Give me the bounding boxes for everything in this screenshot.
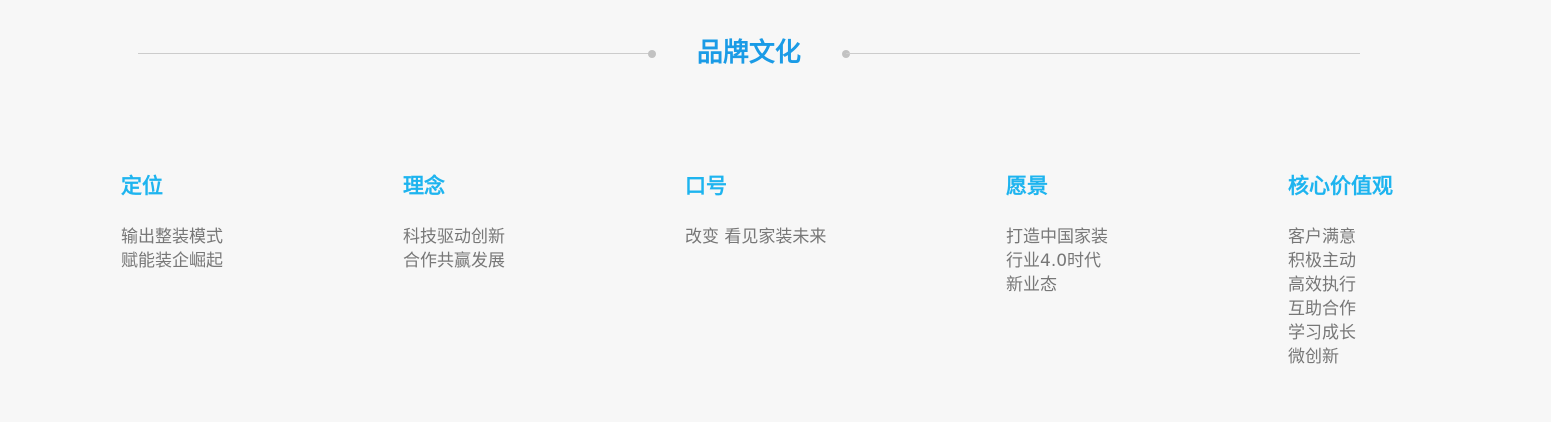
column-line: 微创新 [1288, 347, 1339, 367]
column-heading: 理念 [403, 174, 445, 198]
column-line: 新业态 [1006, 275, 1057, 295]
culture-column-slogan: 口号 改变 看见家装未来 [685, 171, 826, 249]
section-title: 品牌文化 [696, 38, 801, 68]
column-line: 互助合作 [1288, 299, 1356, 319]
column-line: 赋能装企崛起 [121, 251, 223, 271]
column-line: 学习成长 [1288, 323, 1356, 343]
column-line: 高效执行 [1288, 275, 1356, 295]
culture-column-philosophy: 理念 科技驱动创新 合作共赢发展 [403, 171, 505, 273]
column-heading: 愿景 [1006, 174, 1048, 198]
culture-column-vision: 愿景 打造中国家装 行业4.0时代 新业态 [1006, 171, 1108, 297]
culture-column-core-values: 核心价值观 客户满意 积极主动 高效执行 互助合作 学习成长 微创新 [1288, 171, 1393, 369]
divider-line-right [846, 53, 1360, 54]
column-line: 合作共赢发展 [403, 251, 505, 271]
column-text: 客户满意 积极主动 高效执行 互助合作 学习成长 微创新 [1288, 225, 1393, 369]
column-line: 科技驱动创新 [403, 227, 505, 247]
column-text: 输出整装模式 赋能装企崛起 [121, 225, 223, 273]
column-line: 客户满意 [1288, 227, 1356, 247]
column-heading: 口号 [685, 174, 727, 198]
column-line: 积极主动 [1288, 251, 1356, 271]
column-line: 行业4.0时代 [1006, 251, 1102, 271]
column-heading: 定位 [121, 174, 163, 198]
column-line: 输出整装模式 [121, 227, 223, 247]
section-header: 品牌文化 [0, 0, 1551, 110]
divider-line-left [138, 53, 652, 54]
divider-dot-left [648, 50, 656, 58]
column-text: 改变 看见家装未来 [685, 225, 826, 249]
column-text: 科技驱动创新 合作共赢发展 [403, 225, 505, 273]
divider-dot-right [842, 50, 850, 58]
column-line: 改变 看见家装未来 [685, 227, 827, 247]
column-text: 打造中国家装 行业4.0时代 新业态 [1006, 225, 1108, 297]
column-heading: 核心价值观 [1288, 174, 1393, 198]
column-line: 打造中国家装 [1006, 227, 1108, 247]
culture-column-positioning: 定位 输出整装模式 赋能装企崛起 [121, 171, 223, 273]
